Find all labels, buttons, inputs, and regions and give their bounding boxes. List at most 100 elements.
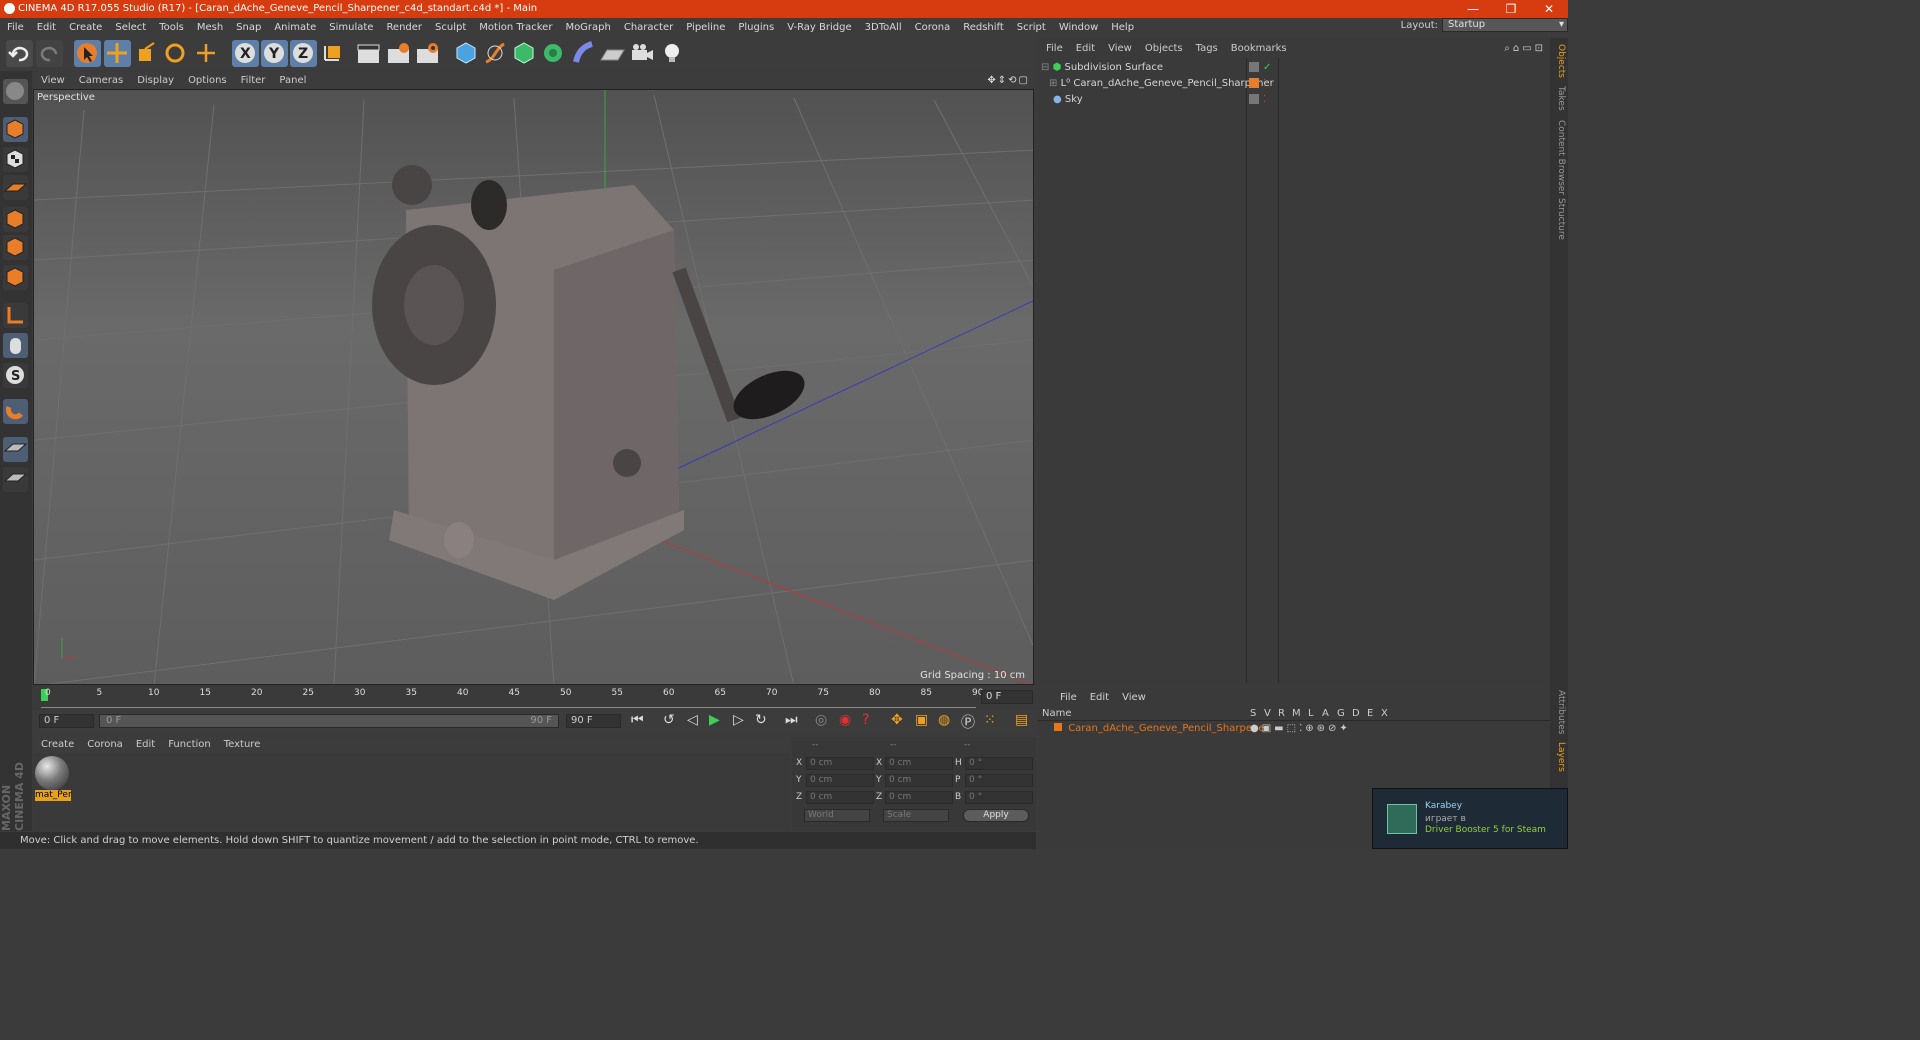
viewport-navigation-icons[interactable]: ✥⇕⟲▢ [987,72,1030,89]
position-z-field[interactable]: 0 cm [806,791,874,804]
menu-render[interactable]: Render [386,22,422,33]
material-tag-icon[interactable] [1249,78,1259,88]
obj-menu-view[interactable]: View [1108,43,1132,54]
tab-content-browser[interactable]: Content Browser [1552,120,1566,195]
viewport-menu-options[interactable]: Options [188,75,227,86]
y-axis-button[interactable]: Y [261,40,288,67]
frame-range-slider[interactable]: 0 F 90 F [99,714,559,728]
scale-key-icon[interactable]: ▣ [915,712,928,728]
menu-simulate[interactable]: Simulate [329,22,373,33]
tab-structure[interactable]: Structure [1552,198,1566,240]
axis-mode-button[interactable] [3,303,28,328]
add-scene-button[interactable] [599,40,626,67]
rotation-h-field[interactable]: 0 ° [965,757,1033,770]
obj-menu-edit[interactable]: Edit [1076,43,1095,54]
mat-menu-create[interactable]: Create [41,739,74,750]
viewport-menu-view[interactable]: View [41,75,65,86]
obj-menu-bookmarks[interactable]: Bookmarks [1231,43,1287,54]
undo-button[interactable] [6,40,33,67]
tree-collapse-icon[interactable]: ⊟ [1041,62,1049,73]
z-axis-button[interactable]: Z [290,40,317,67]
viewport-menu-panel[interactable]: Panel [279,75,306,86]
object-manager-search-icon[interactable]: ⌕⌂▭⊡ [1504,40,1546,58]
redo-button[interactable] [36,40,63,67]
record-keys-icon[interactable]: ◎ [815,712,827,728]
tweak-mode-button[interactable] [3,333,28,358]
next-key-icon[interactable]: ↻ [755,712,767,728]
restore-button[interactable]: ❐ [1492,0,1530,18]
obj-menu-tags[interactable]: Tags [1196,43,1218,54]
polygons-mode-button[interactable] [3,265,28,290]
points-mode-button[interactable] [3,207,28,232]
menu-select[interactable]: Select [115,22,146,33]
add-spline-button[interactable] [482,40,509,67]
viewport-menu-filter[interactable]: Filter [241,75,266,86]
tab-layers[interactable]: Layers [1552,742,1566,772]
add-light-button[interactable] [659,40,686,67]
edges-mode-button[interactable] [3,235,28,260]
obj-menu-file[interactable]: File [1046,43,1063,54]
mat-menu-corona[interactable]: Corona [87,739,123,750]
recent-tool-button[interactable] [193,40,220,67]
position-key-icon[interactable]: ✥ [891,712,903,728]
menu-mograph[interactable]: MoGraph [565,22,610,33]
scale-tool-button[interactable] [133,40,160,67]
visibility-tag-icon[interactable] [1249,62,1259,72]
tab-takes[interactable]: Takes [1552,86,1566,111]
go-to-end-icon[interactable]: ⏭ [785,712,798,728]
mat-menu-edit[interactable]: Edit [136,739,155,750]
live-selection-button[interactable] [74,40,101,67]
menu-create[interactable]: Create [69,22,102,33]
obj-menu-objects[interactable]: Objects [1145,43,1183,54]
x-axis-button[interactable]: X [232,40,259,67]
apply-button[interactable]: Apply [963,809,1029,822]
parameter-key-icon[interactable]: Ⓟ [961,712,975,732]
tree-expand-icon[interactable]: ⊞ [1049,78,1057,89]
menu-file[interactable]: File [7,22,24,33]
menu-sculpt[interactable]: Sculpt [435,22,466,33]
layer-color-swatch[interactable] [1054,723,1062,731]
layer-row[interactable]: Caran_dAche_Geneve_Pencil_Sharpener ●▣▬⬚… [1042,722,1547,736]
rotation-b-field[interactable]: 0 ° [965,791,1033,804]
size-z-field[interactable]: 0 cm [885,791,953,804]
mat-menu-texture[interactable]: Texture [224,739,261,750]
menu-3dtoall[interactable]: 3DToAll [865,22,902,33]
timeline-window-icon[interactable]: ▤ [1015,712,1028,728]
layer-menu-file[interactable]: File [1060,692,1077,703]
visibility-dots-icon[interactable]: ⁚ [1263,92,1266,108]
mat-menu-function[interactable]: Function [168,739,211,750]
workplane-mode-button[interactable] [3,175,28,200]
add-cube-button[interactable] [453,40,480,67]
menu-tools[interactable]: Tools [159,22,184,33]
menu-window[interactable]: Window [1059,22,1098,33]
step-forward-icon[interactable]: ▷ [733,712,744,728]
tab-attributes[interactable]: Attributes [1552,690,1566,734]
menu-script[interactable]: Script [1017,22,1046,33]
position-y-field[interactable]: 0 cm [806,774,874,787]
menu-motion-tracker[interactable]: Motion Tracker [479,22,552,33]
previous-key-icon[interactable]: ↺ [663,712,675,728]
move-tool-button[interactable] [104,40,131,67]
layer-menu-view[interactable]: View [1122,692,1146,703]
point-level-key-icon[interactable]: ⁙ [984,712,996,728]
autokey-icon[interactable]: ◉ [839,712,851,728]
texture-mode-button[interactable] [3,147,28,172]
menu-snap[interactable]: Snap [236,22,261,33]
menu-redshift[interactable]: Redshift [963,22,1004,33]
layer-toggle-icons[interactable]: ●▣▬⬚⁚⊕⊛⊘✦ [1250,722,1351,736]
workplane-lock-button[interactable] [3,437,28,462]
object-row[interactable]: ⊞ L⁰ Caran_dAche_Geneve_Pencil_Sharpener… [1041,76,1547,92]
object-row[interactable]: ⊟ ⬢ Subdivision Surface ✓ [1041,60,1547,76]
timeline-ruler[interactable]: 0 5 10 15 20 25 30 35 40 45 50 55 60 65 70 75 80 85 90 0 F [33,686,1036,710]
rotation-key-icon[interactable]: ◍ [938,712,950,728]
current-frame-field[interactable]: 0 F [981,690,1033,704]
end-frame-field[interactable]: 90 F [566,714,621,728]
layout-select[interactable]: Startup ▾ [1442,18,1568,32]
add-nurbs-button[interactable] [511,40,538,67]
enable-snap-button[interactable] [3,399,28,424]
menu-vray-bridge[interactable]: V-Ray Bridge [787,22,851,33]
menu-animate[interactable]: Animate [274,22,316,33]
material-swatch[interactable]: mat_Per [35,756,72,802]
workplane-align-button[interactable] [3,467,28,492]
menu-plugins[interactable]: Plugins [738,22,774,33]
